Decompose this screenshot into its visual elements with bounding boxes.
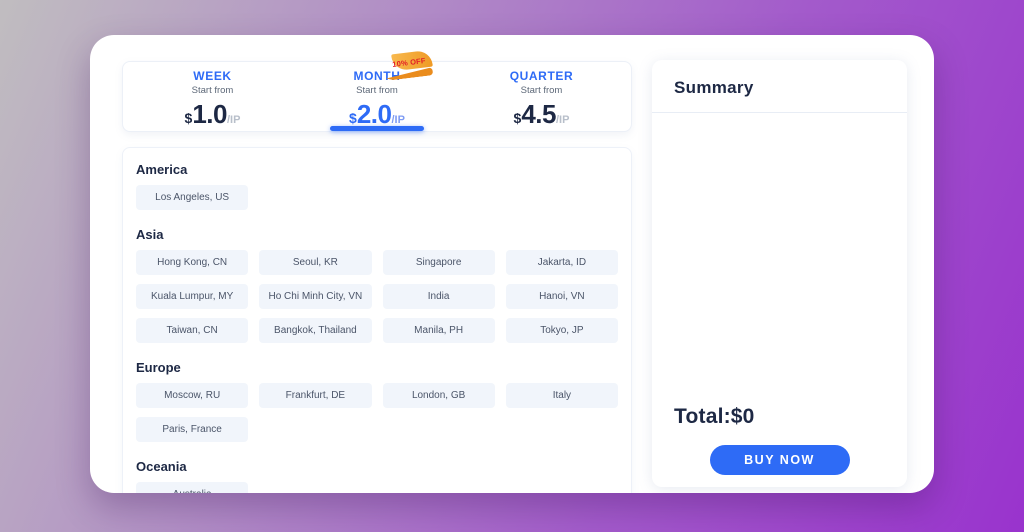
location-chip[interactable]: Jakarta, ID	[505, 250, 618, 275]
location-chip[interactable]: Moscow, RU	[136, 383, 249, 408]
location-chip[interactable]: Los Angeles, US	[136, 185, 249, 210]
tab-month[interactable]: 10% OFF MONTH Start from $2.0/IP	[302, 49, 452, 131]
tab-week-price: $1.0/IP	[184, 99, 241, 129]
location-chip[interactable]: Australia	[136, 482, 249, 493]
tab-week[interactable]: WEEK Start from $1.0/IP	[138, 62, 288, 131]
tab-quarter[interactable]: QUARTER Start from $4.5/IP	[467, 62, 617, 131]
summary-panel: Summary Total:$0 BUY NOW	[652, 60, 907, 487]
pricing-card: WEEK Start from $1.0/IP 10% OFF MONTH St…	[90, 35, 934, 493]
location-chip[interactable]: Bangkok, Thailand	[259, 318, 372, 343]
page-background: { "tabs": [ { "label": "WEEK", "start_fr…	[0, 0, 1024, 532]
tab-quarter-startfrom: Start from	[520, 85, 563, 96]
location-chip[interactable]: Seoul, KR	[259, 250, 372, 275]
total-label: Total:	[674, 405, 731, 428]
tab-week-label: WEEK	[193, 69, 232, 83]
discount-badge-label: 10% OFF	[391, 55, 427, 70]
location-chip[interactable]: Manila, PH	[382, 318, 495, 343]
tab-quarter-label: QUARTER	[509, 69, 574, 83]
location-chip[interactable]: Kuala Lumpur, MY	[136, 284, 249, 309]
location-chip[interactable]: Paris, France	[136, 417, 249, 442]
tab-week-startfrom: Start from	[191, 85, 234, 96]
summary-empty-area	[652, 113, 907, 405]
location-chip[interactable]: Hanoi, VN	[505, 284, 618, 309]
region-grid-oceania: Australia	[136, 482, 618, 493]
location-chip[interactable]: Tokyo, JP	[505, 318, 618, 343]
total-value: $0	[730, 405, 755, 428]
region-heading-america: America	[136, 162, 188, 177]
region-heading-oceania: Oceania	[136, 459, 187, 474]
summary-total: Total:$0	[652, 405, 907, 429]
location-chip[interactable]: Italy	[505, 383, 618, 408]
region-grid-europe: Moscow, RU Frankfurt, DE London, GB Ital…	[136, 383, 618, 442]
location-chip[interactable]: Frankfurt, DE	[259, 383, 372, 408]
location-chip[interactable]: Ho Chi Minh City, VN	[259, 284, 372, 309]
tab-month-label: MONTH	[353, 69, 401, 83]
location-chip[interactable]: Singapore	[382, 250, 495, 275]
billing-period-tabs: WEEK Start from $1.0/IP 10% OFF MONTH St…	[122, 49, 632, 132]
location-chip[interactable]: Hong Kong, CN	[136, 250, 249, 275]
region-grid-america: Los Angeles, US	[136, 185, 618, 210]
tab-month-startfrom: Start from	[356, 85, 398, 96]
location-chip[interactable]: India	[382, 284, 495, 309]
locations-panel: America Los Angeles, US Asia Hong Kong, …	[122, 147, 632, 493]
region-heading-asia: Asia	[136, 227, 164, 242]
active-tab-underline	[330, 126, 424, 131]
tab-quarter-price: $4.5/IP	[513, 99, 570, 129]
location-chip[interactable]: Taiwan, CN	[136, 318, 249, 343]
location-chip[interactable]: London, GB	[382, 383, 495, 408]
region-heading-europe: Europe	[136, 360, 181, 375]
buy-now-button[interactable]: BUY NOW	[709, 445, 850, 475]
summary-title: Summary	[674, 78, 754, 97]
region-grid-asia: Hong Kong, CN Seoul, KR Singapore Jakart…	[136, 250, 618, 343]
